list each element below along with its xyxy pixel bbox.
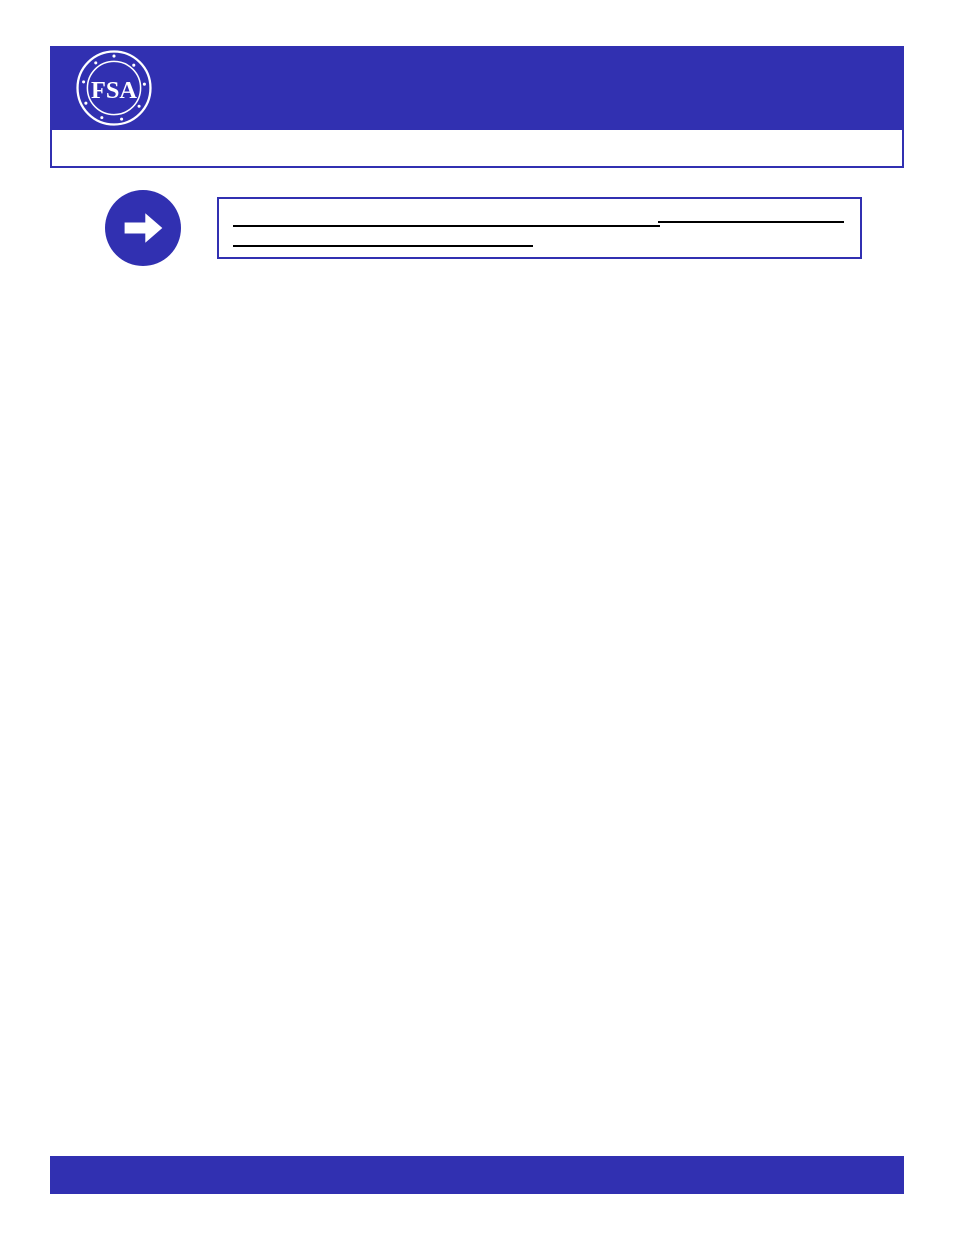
callout-row [105,190,862,266]
underline-3 [233,245,533,247]
header-bar: FSA [50,46,904,130]
footer-bar [50,1156,904,1194]
callout-box [217,197,862,259]
underline-1 [233,225,660,227]
underline-2 [658,221,844,223]
arrow-right-icon [105,190,181,266]
fsa-seal-icon: FSA [76,50,152,126]
svg-text:FSA: FSA [91,77,137,104]
sub-header-bar [50,130,904,168]
